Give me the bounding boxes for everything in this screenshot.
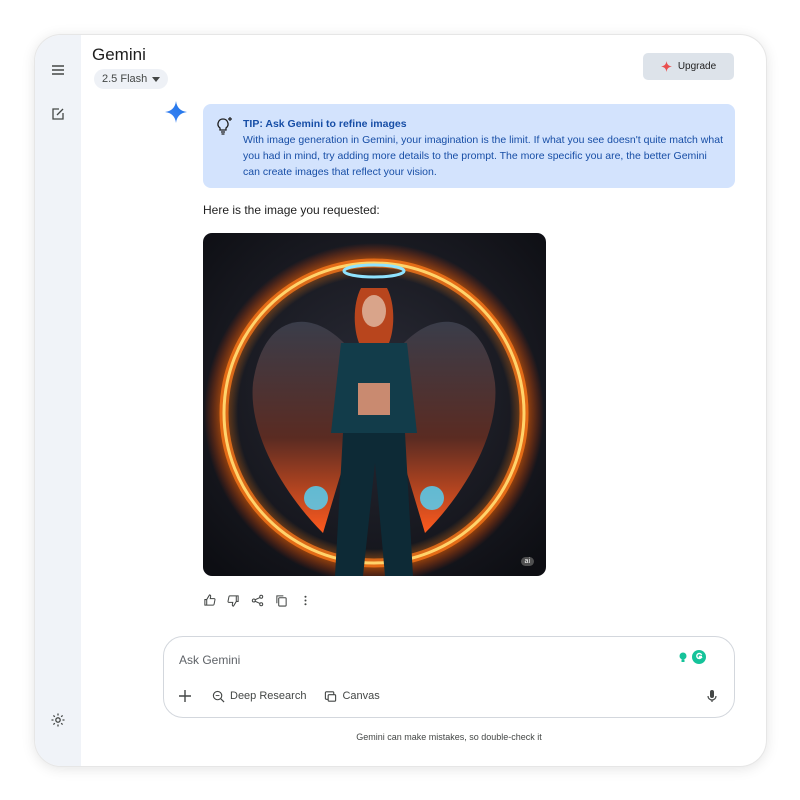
menu-button[interactable]	[43, 55, 73, 85]
tip-card: TIP: Ask Gemini to refine images With im…	[203, 104, 735, 188]
lightbulb-icon	[217, 117, 232, 135]
model-label: 2.5 Flash	[102, 73, 148, 85]
extension-lightbulb-icon[interactable]	[676, 650, 690, 664]
prompt-input[interactable]	[179, 651, 659, 669]
copy-icon	[275, 594, 287, 607]
response-text: Here is the image you requested:	[203, 203, 380, 217]
more-button[interactable]	[296, 591, 314, 609]
deep-research-button[interactable]: Deep Research	[212, 690, 306, 703]
share-icon	[251, 594, 263, 606]
canvas-icon	[325, 690, 337, 702]
canvas-button[interactable]: Canvas	[324, 690, 380, 703]
upgrade-label: Upgrade	[677, 61, 717, 72]
thumbs-up-button[interactable]	[200, 591, 218, 609]
new-chat-button[interactable]	[43, 99, 73, 129]
side-rail	[35, 35, 81, 766]
ai-badge: ai	[520, 557, 534, 566]
settings-button[interactable]	[43, 705, 73, 735]
response-actions	[200, 591, 314, 609]
extension-icons	[676, 650, 706, 664]
app-window: Gemini 2.5 Flash Upgrade TIP: Ask Gemini…	[35, 35, 766, 766]
add-button[interactable]	[176, 687, 194, 705]
grammarly-icon[interactable]	[692, 650, 706, 664]
tip-title: TIP: Ask Gemini to refine images	[243, 118, 407, 130]
app-title: Gemini	[92, 45, 146, 64]
copy-button[interactable]	[272, 591, 290, 609]
prompt-composer: Deep Research Canvas	[163, 636, 735, 718]
disclaimer-text: Gemini can make mistakes, so double-chec…	[356, 732, 542, 742]
model-selector[interactable]: 2.5 Flash	[94, 69, 169, 89]
thumbs-down-button[interactable]	[224, 591, 242, 609]
angel-artwork	[203, 233, 546, 576]
composer-tools: Deep Research Canvas	[176, 687, 380, 705]
thumbs-down-icon	[226, 594, 239, 607]
upgrade-button[interactable]: Upgrade	[643, 53, 734, 80]
caret-down-icon	[152, 76, 161, 82]
tip-body: With image generation in Gemini, your im…	[243, 134, 723, 178]
share-button[interactable]	[248, 591, 266, 609]
menu-icon	[52, 65, 64, 75]
gemini-sparkle-icon	[165, 101, 187, 123]
generated-image[interactable]: ai	[203, 233, 546, 576]
more-vert-icon	[303, 595, 307, 605]
plus-icon	[179, 690, 191, 702]
deep-research-icon	[212, 690, 225, 702]
deep-research-label: Deep Research	[230, 690, 307, 702]
gear-icon	[51, 713, 65, 727]
thumbs-up-icon	[203, 593, 216, 606]
microphone-icon[interactable]	[704, 688, 720, 704]
edit-icon	[52, 108, 64, 120]
sparkle-icon	[660, 61, 672, 72]
canvas-label: Canvas	[342, 690, 380, 702]
